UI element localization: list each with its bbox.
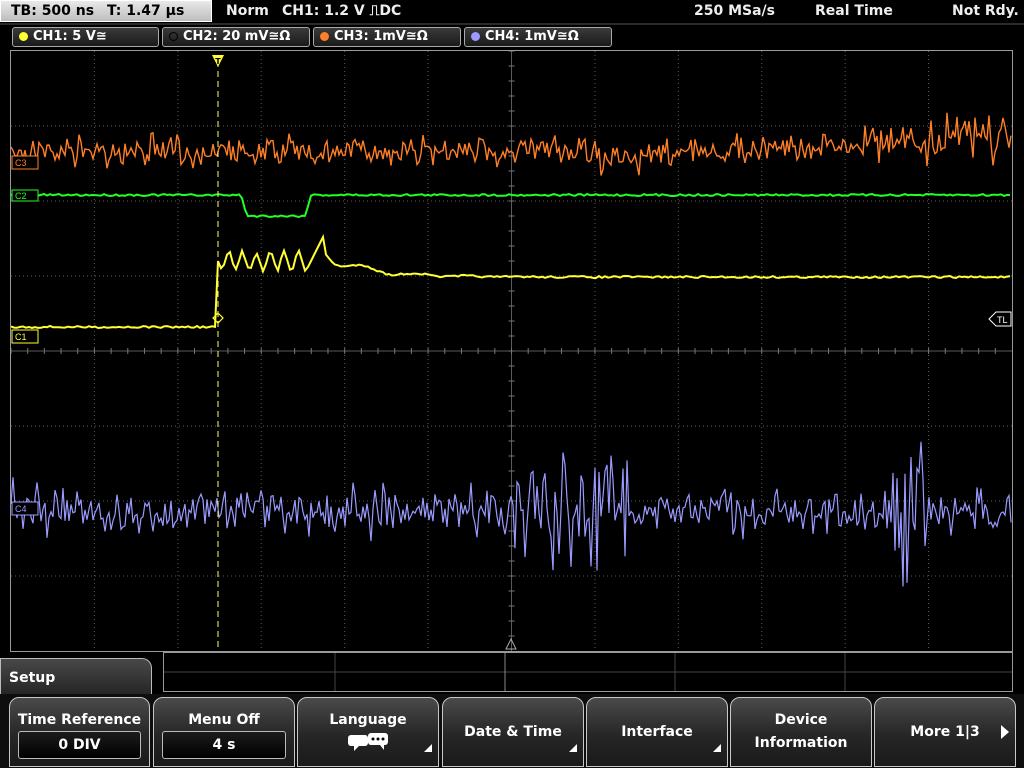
zoom-strip-grid — [164, 653, 1012, 691]
ch1-marker-text: C1 — [15, 332, 27, 342]
more-label: More 1|3 — [910, 724, 980, 740]
waveform-ch1 — [11, 233, 1011, 330]
trigger-source-label[interactable]: CH1: 1.2 V ⎍DC — [282, 0, 401, 22]
channel-tab-label: CH2: 20 mV≅Ω — [183, 29, 291, 44]
date-time-label: Date & Time — [464, 724, 562, 740]
waveform-canvas: T C3 C2 C1 C4 TL — [11, 51, 1012, 651]
submenu-corner-icon — [713, 744, 721, 752]
acquisition-mode-label: Real Time — [815, 3, 893, 19]
device-information-line1: Device — [774, 712, 828, 728]
menu-off-value[interactable]: 4 s — [162, 731, 286, 759]
ch2-marker-text: C2 — [15, 191, 27, 201]
channel-tab-ch1[interactable]: CH1: 5 V≅ — [12, 27, 159, 47]
channel-tab-ch2[interactable]: CH2: 20 mV≅Ω — [162, 27, 310, 47]
ch4-offset-marker[interactable]: C4 — [11, 501, 39, 516]
channel-tab-label: CH1: 5 V≅ — [33, 29, 107, 44]
device-information-softkey[interactable]: Device Information — [730, 697, 872, 767]
trigger-mode-label[interactable]: Norm — [226, 0, 269, 22]
sample-rate-label: 250 MSa/s — [694, 3, 776, 19]
interface-softkey[interactable]: Interface — [586, 697, 728, 767]
time-reference-value[interactable]: 0 DIV — [18, 731, 141, 759]
interface-label: Interface — [621, 724, 693, 740]
status-bar: TB: 500 ns T: 1.47 µs Norm CH1: 1.2 V ⎍D… — [0, 0, 1024, 25]
status-bar-divider — [0, 23, 1024, 25]
ch1-color-dot — [19, 32, 28, 41]
time-reference-label: Time Reference — [17, 712, 142, 728]
setup-menu-tab[interactable]: Setup — [0, 658, 152, 698]
graticule-grid — [11, 51, 1012, 651]
ch3-offset-marker[interactable]: C3 — [11, 155, 39, 170]
waveform-ch2 — [11, 192, 1011, 219]
channel-tab-ch3[interactable]: CH3: 1mV≅Ω — [313, 27, 461, 47]
ch4-color-dot — [471, 32, 480, 41]
next-page-arrow-icon — [1001, 725, 1009, 739]
ch4-marker-text: C4 — [15, 504, 27, 514]
language-speech-bubble-icon — [348, 733, 388, 751]
channel-tab-label: CH3: 1mV≅Ω — [334, 29, 428, 44]
zoom-strip — [163, 652, 1013, 692]
setup-menu-title: Setup — [9, 670, 56, 686]
channel-tab-ch4[interactable]: CH4: 1mV≅Ω — [464, 27, 612, 47]
date-time-softkey[interactable]: Date & Time — [442, 697, 584, 767]
time-reference-softkey[interactable]: Time Reference 0 DIV — [9, 697, 150, 767]
language-softkey[interactable]: Language — [297, 697, 439, 767]
trigger-level-marker[interactable]: TL — [988, 311, 1012, 327]
trigger-position-marker[interactable]: T — [212, 55, 224, 67]
timebase-label: TB: 500 ns — [11, 3, 95, 19]
trigger-time-label: T: 1.47 µs — [106, 3, 185, 19]
channel-tab-label: CH4: 1mV≅Ω — [485, 29, 579, 44]
menu-off-softkey[interactable]: Menu Off 4 s — [153, 697, 295, 767]
acquisition-state-label: Not Rdy. — [952, 3, 1019, 19]
trigger-level-text: TL — [997, 315, 1008, 325]
ch2-offset-marker[interactable]: C2 — [11, 189, 39, 202]
ch1-offset-marker[interactable]: C1 — [11, 329, 39, 344]
trigger-position-text: T — [215, 57, 221, 66]
submenu-corner-icon — [569, 744, 577, 752]
language-label: Language — [329, 712, 407, 728]
ch2-color-dot — [169, 32, 178, 41]
menu-off-label: Menu Off — [188, 712, 260, 728]
timebase-readout[interactable]: TB: 500 ns T: 1.47 µs — [0, 0, 212, 22]
ch3-marker-text: C3 — [15, 158, 27, 168]
device-information-line2: Information — [754, 735, 848, 751]
submenu-corner-icon — [424, 744, 432, 752]
ch3-color-dot — [320, 32, 329, 41]
waveform-display[interactable]: T C3 C2 C1 C4 TL — [10, 50, 1013, 652]
more-softkey[interactable]: More 1|3 — [874, 697, 1016, 767]
